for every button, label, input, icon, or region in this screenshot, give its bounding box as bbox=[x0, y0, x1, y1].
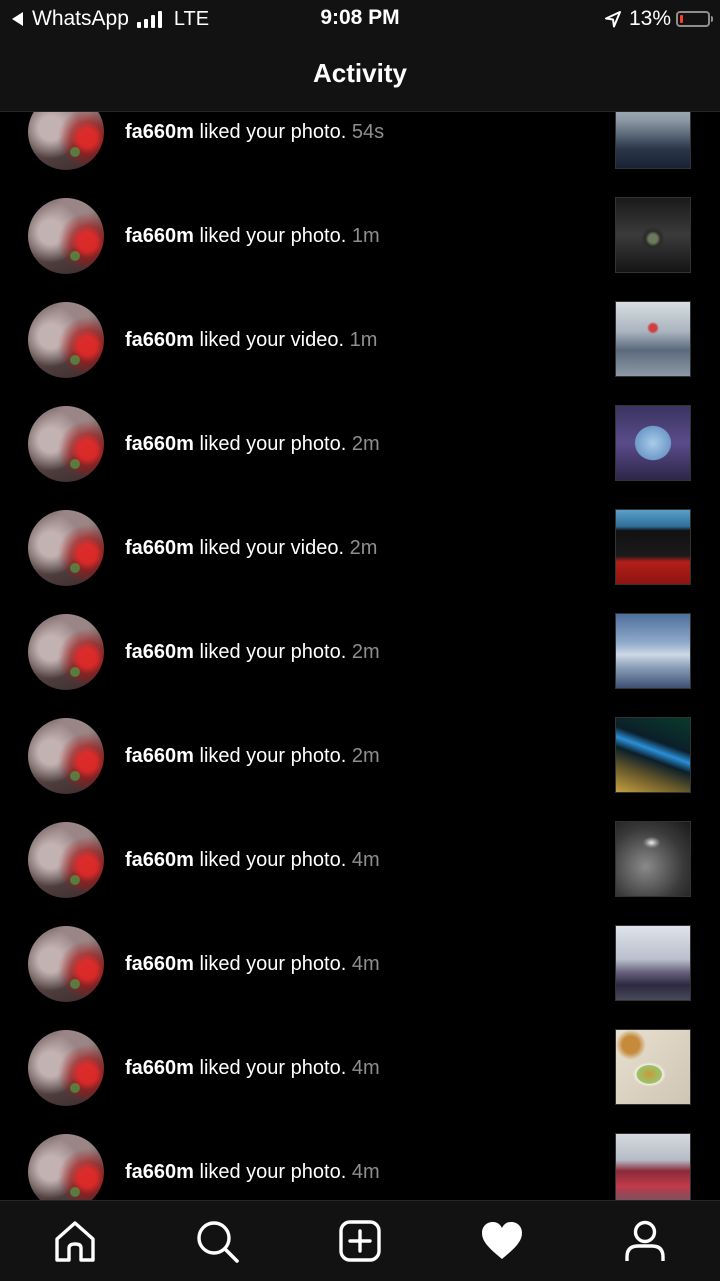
activity-action: liked your photo. bbox=[193, 225, 347, 247]
username[interactable]: fa660m bbox=[125, 121, 194, 143]
activity-time: 1m bbox=[344, 329, 378, 351]
username[interactable]: fa660m bbox=[125, 641, 194, 663]
activity-action: liked your photo. bbox=[193, 433, 347, 455]
home-icon bbox=[55, 1221, 95, 1262]
status-bar: WhatsApp LTE 9:08 PM 13% bbox=[0, 0, 720, 38]
username[interactable]: fa660m bbox=[125, 849, 194, 871]
activity-time: 4m bbox=[346, 1161, 380, 1183]
username[interactable]: fa660m bbox=[125, 1057, 194, 1079]
activity-time: 54s bbox=[346, 121, 385, 143]
username[interactable]: fa660m bbox=[125, 953, 194, 975]
activity-text: fa660m liked your photo. 54s bbox=[125, 118, 384, 146]
activity-item[interactable]: fa660m liked your photo. 4m bbox=[0, 1120, 720, 1200]
post-thumbnail[interactable] bbox=[615, 301, 691, 377]
tab-home[interactable] bbox=[49, 1215, 101, 1267]
activity-text: fa660m liked your photo. 4m bbox=[125, 950, 380, 978]
activity-time: 2m bbox=[346, 745, 380, 767]
header: Activity bbox=[0, 38, 720, 112]
activity-time: 1m bbox=[346, 225, 380, 247]
activity-text: fa660m liked your photo. 1m bbox=[125, 222, 380, 250]
activity-item[interactable]: fa660m liked your photo. 2m bbox=[0, 600, 720, 704]
activity-text: fa660m liked your photo. 2m bbox=[125, 742, 380, 770]
username[interactable]: fa660m bbox=[125, 225, 194, 247]
post-thumbnail[interactable] bbox=[615, 717, 691, 793]
activity-action: liked your photo. bbox=[193, 745, 347, 767]
activity-text: fa660m liked your video. 2m bbox=[125, 534, 377, 562]
avatar[interactable] bbox=[28, 198, 104, 274]
activity-item[interactable]: fa660m liked your photo. 2m bbox=[0, 392, 720, 496]
avatar[interactable] bbox=[28, 926, 104, 1002]
activity-action: liked your video. bbox=[193, 537, 345, 559]
post-thumbnail[interactable] bbox=[615, 613, 691, 689]
activity-action: liked your photo. bbox=[193, 641, 347, 663]
avatar[interactable] bbox=[28, 302, 104, 378]
avatar[interactable] bbox=[28, 1030, 104, 1106]
post-thumbnail[interactable] bbox=[615, 1029, 691, 1105]
page-title: Activity bbox=[313, 58, 407, 88]
username[interactable]: fa660m bbox=[125, 1161, 194, 1183]
avatar[interactable] bbox=[28, 510, 104, 586]
activity-item[interactable]: fa660m liked your photo. 4m bbox=[0, 1016, 720, 1120]
post-thumbnail[interactable] bbox=[615, 1133, 691, 1200]
add-post-icon bbox=[339, 1220, 381, 1262]
avatar[interactable] bbox=[28, 112, 104, 170]
tab-new-post[interactable] bbox=[334, 1215, 386, 1267]
activity-item[interactable]: fa660m liked your video. 2m bbox=[0, 496, 720, 600]
activity-action: liked your photo. bbox=[193, 1057, 347, 1079]
post-thumbnail[interactable] bbox=[615, 509, 691, 585]
avatar[interactable] bbox=[28, 406, 104, 482]
tab-search[interactable] bbox=[191, 1215, 243, 1267]
username[interactable]: fa660m bbox=[125, 537, 194, 559]
activity-time: 2m bbox=[346, 433, 380, 455]
post-thumbnail[interactable] bbox=[615, 112, 691, 169]
search-icon bbox=[197, 1221, 239, 1263]
activity-time: 4m bbox=[346, 1057, 380, 1079]
post-thumbnail[interactable] bbox=[615, 821, 691, 897]
battery-icon bbox=[676, 11, 713, 27]
activity-text: fa660m liked your photo. 2m bbox=[125, 430, 380, 458]
activity-list[interactable]: fa660m liked your photo. 54s fa660m like… bbox=[0, 112, 720, 1200]
avatar[interactable] bbox=[28, 718, 104, 794]
activity-text: fa660m liked your photo. 4m bbox=[125, 1054, 380, 1082]
tab-bar bbox=[0, 1200, 720, 1281]
heart-icon bbox=[482, 1222, 522, 1259]
activity-item[interactable]: fa660m liked your photo. 4m bbox=[0, 912, 720, 1016]
activity-time: 4m bbox=[346, 849, 380, 871]
post-thumbnail[interactable] bbox=[615, 405, 691, 481]
activity-action: liked your photo. bbox=[193, 121, 347, 143]
avatar[interactable] bbox=[28, 822, 104, 898]
activity-time: 2m bbox=[346, 641, 380, 663]
activity-action: liked your photo. bbox=[193, 849, 347, 871]
activity-text: fa660m liked your photo. 4m bbox=[125, 846, 380, 874]
username[interactable]: fa660m bbox=[125, 433, 194, 455]
username[interactable]: fa660m bbox=[125, 745, 194, 767]
post-thumbnail[interactable] bbox=[615, 925, 691, 1001]
profile-icon bbox=[625, 1220, 665, 1261]
post-thumbnail[interactable] bbox=[615, 197, 691, 273]
avatar[interactable] bbox=[28, 1134, 104, 1200]
username[interactable]: fa660m bbox=[125, 329, 194, 351]
status-right: 13% bbox=[603, 6, 713, 32]
activity-item[interactable]: fa660m liked your photo. 54s bbox=[0, 112, 720, 184]
tab-profile[interactable] bbox=[619, 1215, 671, 1267]
location-icon bbox=[604, 11, 621, 28]
battery-percent: 13% bbox=[628, 7, 671, 30]
activity-text: fa660m liked your video. 1m bbox=[125, 326, 377, 354]
activity-text: fa660m liked your photo. 2m bbox=[125, 638, 380, 666]
activity-action: liked your photo. bbox=[193, 953, 347, 975]
activity-item[interactable]: fa660m liked your photo. 1m bbox=[0, 184, 720, 288]
activity-time: 2m bbox=[344, 537, 378, 559]
activity-action: liked your photo. bbox=[193, 1161, 347, 1183]
avatar[interactable] bbox=[28, 614, 104, 690]
activity-action: liked your video. bbox=[193, 329, 345, 351]
activity-item[interactable]: fa660m liked your video. 1m bbox=[0, 288, 720, 392]
activity-item[interactable]: fa660m liked your photo. 4m bbox=[0, 808, 720, 912]
activity-item[interactable]: fa660m liked your photo. 2m bbox=[0, 704, 720, 808]
tab-activity[interactable] bbox=[476, 1215, 528, 1267]
battery-level bbox=[680, 15, 683, 23]
activity-time: 4m bbox=[346, 953, 380, 975]
activity-text: fa660m liked your photo. 4m bbox=[125, 1158, 380, 1186]
